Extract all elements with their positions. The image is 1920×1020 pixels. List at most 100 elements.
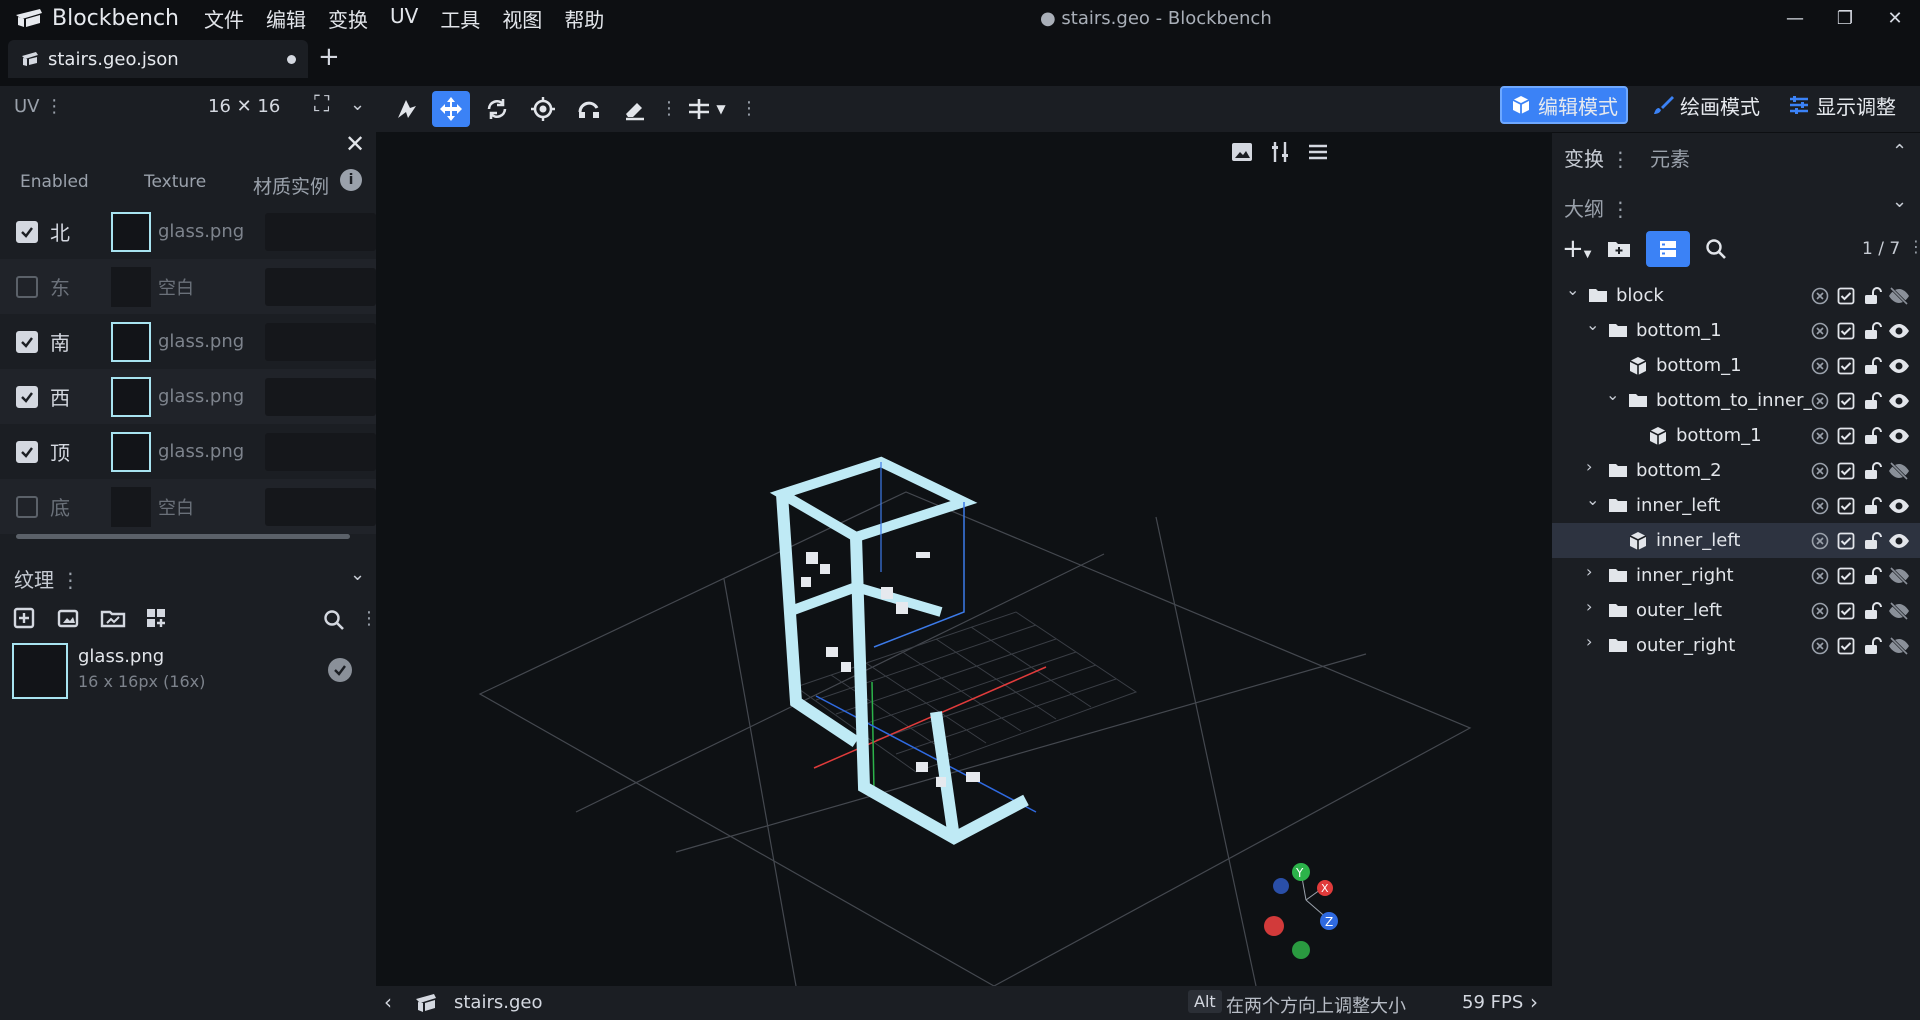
vertex-snap-tool[interactable] xyxy=(388,91,426,127)
outliner-group[interactable]: ⌄ inner_left xyxy=(1552,488,1920,523)
gizmo-neg-y[interactable] xyxy=(1292,941,1310,959)
chevron-down-icon[interactable]: ⌄ xyxy=(1586,490,1599,509)
outliner-group[interactable]: › inner_right xyxy=(1552,558,1920,593)
tab-transform[interactable]: 变换 ⋮ xyxy=(1564,143,1630,172)
material-input[interactable] xyxy=(265,322,376,361)
restore-button[interactable]: ❐ xyxy=(1820,0,1870,36)
toggle-options-button[interactable] xyxy=(1645,231,1690,267)
chevron-right-icon[interactable]: › xyxy=(1586,632,1592,651)
texture-thumbnail[interactable] xyxy=(111,376,151,417)
add-texture-icon[interactable] xyxy=(12,606,38,630)
check-circle-icon[interactable] xyxy=(328,658,352,682)
resize-tool[interactable] xyxy=(478,91,516,127)
checkbox-icon[interactable] xyxy=(1836,461,1856,481)
outliner-cube[interactable]: bottom_1 xyxy=(1552,418,1920,453)
texture-thumbnail[interactable] xyxy=(111,321,151,362)
3d-viewport[interactable]: Y Z X xyxy=(376,132,1552,986)
lock-icon[interactable] xyxy=(1862,426,1882,446)
lock-icon[interactable] xyxy=(1862,356,1882,376)
eye-off-icon[interactable] xyxy=(1888,461,1909,481)
chevron-down-icon[interactable]: ⌄ xyxy=(1892,191,1907,212)
sliders-icon[interactable] xyxy=(1268,140,1292,164)
material-input[interactable] xyxy=(265,432,376,471)
texture-thumbnail[interactable] xyxy=(111,431,151,472)
tab-stairs-geo[interactable]: stairs.geo.json xyxy=(8,40,308,78)
outliner-group[interactable]: › bottom_2 xyxy=(1552,453,1920,488)
texture-thumbnail[interactable] xyxy=(111,211,151,252)
menu-view[interactable]: 视图 xyxy=(491,4,553,33)
chevron-right-icon[interactable]: › xyxy=(1586,457,1592,476)
eye-off-icon[interactable] xyxy=(1888,286,1909,306)
face-checkbox[interactable] xyxy=(16,440,38,463)
texture-thumbnail[interactable] xyxy=(111,486,151,527)
close-window-button[interactable]: ✕ xyxy=(1870,0,1920,36)
import-texture-icon[interactable] xyxy=(56,606,82,630)
minimize-button[interactable]: — xyxy=(1770,0,1820,36)
chevron-right-icon[interactable]: › xyxy=(1530,990,1538,1014)
lock-icon[interactable] xyxy=(1862,286,1882,306)
face-checkbox[interactable] xyxy=(16,220,38,243)
edit-mode-button[interactable]: 编辑模式 xyxy=(1500,86,1628,124)
export-toggle-icon[interactable] xyxy=(1810,356,1830,376)
outliner-cube[interactable]: bottom_1 xyxy=(1552,348,1920,383)
export-toggle-icon[interactable] xyxy=(1810,496,1830,516)
eye-icon[interactable] xyxy=(1888,391,1909,411)
menu-transform[interactable]: 变换 xyxy=(317,4,379,33)
add-element-icon[interactable]: +▼ xyxy=(1562,234,1592,264)
pivot-tool[interactable] xyxy=(524,91,562,127)
gizmo-neg-x[interactable] xyxy=(1264,916,1284,936)
eye-icon[interactable] xyxy=(1888,321,1909,341)
checkbox-icon[interactable] xyxy=(1836,566,1856,586)
outliner-group[interactable]: ⌄ bottom_to_inner_ xyxy=(1552,383,1920,418)
info-icon[interactable]: i xyxy=(340,169,362,191)
checkbox-icon[interactable] xyxy=(1836,286,1856,306)
lock-icon[interactable] xyxy=(1862,391,1882,411)
search-icon[interactable] xyxy=(1704,237,1728,261)
eraser-tool[interactable] xyxy=(616,91,654,127)
add-group-icon[interactable] xyxy=(1606,237,1632,261)
export-toggle-icon[interactable] xyxy=(1810,321,1830,341)
texture-item[interactable]: glass.png 16 x 16px (16x) xyxy=(0,640,370,700)
more-options-icon[interactable]: ⋮ xyxy=(1908,237,1920,256)
menu-tools[interactable]: 工具 xyxy=(429,4,491,33)
lock-icon[interactable] xyxy=(1862,601,1882,621)
menu-help[interactable]: 帮助 xyxy=(553,4,615,33)
export-toggle-icon[interactable] xyxy=(1810,636,1830,656)
chevron-up-icon[interactable]: ⌃ xyxy=(1892,141,1907,162)
checkbox-icon[interactable] xyxy=(1836,356,1856,376)
chevron-down-icon[interactable]: ⌄ xyxy=(1606,385,1619,404)
chevron-left-icon[interactable]: ‹ xyxy=(384,990,392,1014)
paint-mode-button[interactable]: 绘画模式 xyxy=(1644,86,1768,124)
close-icon[interactable]: ✕ xyxy=(345,130,365,158)
hamburger-menu-icon[interactable] xyxy=(1306,140,1330,164)
eye-icon[interactable] xyxy=(1888,356,1909,376)
transform-space-dropdown[interactable]: ▼ xyxy=(676,91,736,127)
lock-icon[interactable] xyxy=(1862,531,1882,551)
rotate-tool[interactable] xyxy=(570,91,608,127)
gizmo-neg-z[interactable] xyxy=(1273,878,1289,894)
image-icon[interactable] xyxy=(1230,140,1254,164)
eye-off-icon[interactable] xyxy=(1888,566,1909,586)
eye-icon[interactable] xyxy=(1888,531,1909,551)
export-toggle-icon[interactable] xyxy=(1810,461,1830,481)
eye-off-icon[interactable] xyxy=(1888,636,1909,656)
checkbox-icon[interactable] xyxy=(1836,601,1856,621)
menu-file[interactable]: 文件 xyxy=(193,4,255,33)
outliner-cube[interactable]: inner_left xyxy=(1552,523,1920,558)
face-checkbox[interactable] xyxy=(16,385,38,408)
material-input[interactable] xyxy=(265,267,376,306)
material-input[interactable] xyxy=(265,212,376,251)
chevron-down-icon[interactable]: ⌄ xyxy=(350,564,365,585)
checkbox-icon[interactable] xyxy=(1836,426,1856,446)
face-checkbox[interactable] xyxy=(16,330,38,353)
tab-element[interactable]: 元素 xyxy=(1650,143,1690,172)
chevron-down-icon[interactable]: ⌄ xyxy=(1586,315,1599,334)
move-tool[interactable] xyxy=(432,91,470,127)
checkbox-icon[interactable] xyxy=(1836,496,1856,516)
export-toggle-icon[interactable] xyxy=(1810,391,1830,411)
checkbox-icon[interactable] xyxy=(1836,531,1856,551)
chevron-right-icon[interactable]: › xyxy=(1586,597,1592,616)
face-checkbox[interactable] xyxy=(16,275,38,298)
export-toggle-icon[interactable] xyxy=(1810,426,1830,446)
face-checkbox[interactable] xyxy=(16,495,38,518)
